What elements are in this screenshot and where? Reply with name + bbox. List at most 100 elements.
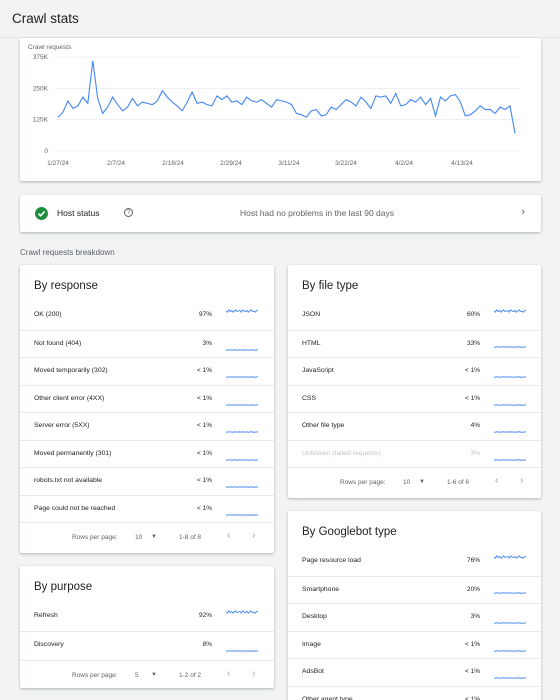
table-row[interactable]: AdsBot < 1% bbox=[288, 658, 541, 686]
next-page-icon[interactable]: › bbox=[520, 475, 523, 486]
trend-sparkline bbox=[494, 308, 526, 314]
table-row[interactable]: Other file type 4% bbox=[288, 412, 541, 440]
table-row[interactable]: JavaScript < 1% bbox=[288, 357, 541, 385]
row-label: Page resource load bbox=[302, 557, 361, 564]
success-check-icon bbox=[35, 207, 48, 220]
table-row[interactable]: Refresh 92% bbox=[20, 603, 274, 631]
row-label: JavaScript bbox=[302, 367, 334, 374]
table-row[interactable]: OK (200) 97% bbox=[20, 302, 274, 330]
trend-sparkline bbox=[226, 348, 258, 351]
dropdown-arrow-icon[interactable]: ▼ bbox=[151, 534, 157, 540]
rows-per-page-select[interactable]: 10 bbox=[403, 479, 410, 486]
crawl-requests-chart: Crawl requests 375K 250K 125K 0 1/27/24 2/7/2… bbox=[28, 44, 520, 167]
row-percentage: < 1% bbox=[465, 640, 480, 648]
row-label: Desktop bbox=[302, 613, 327, 620]
x-tick-label: 1/27/24 bbox=[47, 160, 69, 167]
by-purpose-panel: By purpose Refresh 92% Discovery 8% Rows… bbox=[20, 566, 274, 688]
dropdown-arrow-icon[interactable]: ▼ bbox=[151, 672, 157, 678]
table-row[interactable]: Other client error (4XX) < 1% bbox=[20, 384, 274, 413]
next-page-icon[interactable]: › bbox=[252, 530, 255, 541]
row-percentage: 3% bbox=[470, 613, 480, 620]
row-percentage: < 1% bbox=[465, 695, 480, 700]
row-label: Smartphone bbox=[302, 585, 340, 593]
table-row[interactable]: Other agent type < 1% bbox=[288, 685, 541, 700]
trend-sparkline bbox=[494, 554, 526, 560]
trend-sparkline bbox=[226, 649, 258, 652]
table-row[interactable]: Moved permanently (301) < 1% bbox=[20, 439, 274, 468]
table-row[interactable]: robots.txt not available < 1% bbox=[20, 467, 274, 495]
chevron-right-icon[interactable]: › bbox=[521, 206, 525, 218]
by-googlebot-type-panel: By Googlebot type Page resource load 76%… bbox=[288, 511, 541, 700]
rows-per-page-label: Rows per page: bbox=[72, 534, 118, 541]
y-tick-label: 375K bbox=[33, 54, 49, 61]
row-percentage: < 1% bbox=[465, 367, 480, 374]
trend-sparkline bbox=[494, 691, 526, 700]
rows-per-page-select[interactable]: 10 bbox=[135, 534, 142, 541]
table-row[interactable]: Not found (404) 3% bbox=[20, 329, 274, 358]
next-page-icon[interactable]: › bbox=[252, 668, 255, 679]
trend-sparkline bbox=[226, 609, 258, 615]
trend-sparkline bbox=[494, 345, 526, 348]
table-row[interactable]: Server error (5XX) < 1% bbox=[20, 412, 274, 440]
table-row[interactable]: Discovery 8% bbox=[20, 630, 274, 659]
y-tick-label: 250K bbox=[33, 85, 49, 92]
row-percentage: 92% bbox=[198, 612, 212, 619]
top-bar: Crawl stats bbox=[0, 0, 560, 38]
table-row[interactable]: Page resource load 76% bbox=[288, 548, 541, 576]
row-percentage: < 1% bbox=[197, 477, 212, 484]
table-row[interactable]: Page could not be reached < 1% bbox=[20, 494, 274, 523]
help-icon[interactable]: ? bbox=[124, 208, 133, 217]
table-row[interactable]: Smartphone 20% bbox=[288, 575, 541, 604]
x-tick-label: 4/2/24 bbox=[395, 160, 413, 167]
row-percentage: < 1% bbox=[465, 668, 480, 675]
dropdown-arrow-icon[interactable]: ▼ bbox=[419, 479, 425, 485]
x-tick-label: 4/13/24 bbox=[451, 160, 473, 167]
row-label: Moved temporarily (302) bbox=[34, 367, 108, 374]
table-row[interactable]: Moved temporarily (302) < 1% bbox=[20, 357, 274, 385]
row-label: Discovery bbox=[34, 640, 64, 648]
chart-y-axis-label: Crawl requests bbox=[28, 44, 72, 51]
crawl-requests-chart-card: Crawl requests 375K 250K 125K 0 1/27/24 2/7/2… bbox=[20, 38, 541, 181]
breakdown-section-label: Crawl requests breakdown bbox=[20, 248, 115, 257]
host-status-label: Host status bbox=[57, 208, 100, 218]
table-row[interactable]: Image < 1% bbox=[288, 630, 541, 659]
host-status-row[interactable]: Host status ? Host had no problems in th… bbox=[20, 195, 541, 232]
trend-sparkline bbox=[494, 376, 526, 378]
x-tick-label: 3/11/24 bbox=[278, 160, 300, 167]
host-status-message: Host had no problems in the last 90 days bbox=[239, 208, 395, 218]
table-row[interactable]: HTML 33% bbox=[288, 329, 541, 358]
trend-sparkline bbox=[494, 431, 526, 433]
row-percentage: 76% bbox=[466, 557, 480, 564]
table-row[interactable]: Desktop 3% bbox=[288, 603, 541, 631]
trend-sparkline bbox=[226, 308, 258, 314]
row-label: JSON bbox=[302, 311, 321, 318]
row-percentage: 3% bbox=[202, 339, 212, 347]
previous-page-icon[interactable]: ‹ bbox=[495, 475, 498, 486]
row-percentage: 20% bbox=[466, 585, 480, 593]
table-row[interactable]: CSS < 1% bbox=[288, 384, 541, 413]
table-row[interactable]: JSON 60% bbox=[288, 302, 541, 330]
row-label: Server error (5XX) bbox=[34, 422, 90, 429]
y-tick-label: 125K bbox=[33, 117, 49, 124]
row-label: Refresh bbox=[34, 612, 58, 619]
trend-sparkline bbox=[494, 622, 526, 624]
row-percentage: 97% bbox=[198, 311, 212, 318]
rows-per-page-label: Rows per page: bbox=[340, 479, 386, 486]
trend-sparkline bbox=[226, 376, 258, 378]
previous-page-icon[interactable]: ‹ bbox=[227, 530, 230, 541]
panel-title: By purpose bbox=[34, 581, 93, 593]
row-label: OK (200) bbox=[34, 311, 62, 318]
by-file-type-panel: By file type JSON 60% HTML 33% JavaScrip… bbox=[288, 265, 541, 498]
row-percentage: 3% bbox=[470, 449, 480, 457]
rows-per-page-select[interactable]: 5 bbox=[135, 672, 139, 679]
row-percentage: < 1% bbox=[465, 394, 480, 402]
row-percentage: < 1% bbox=[197, 367, 212, 374]
row-label: Moved permanently (301) bbox=[34, 449, 112, 457]
table-pager: Rows per page: 10 ▼ 1-6 of 6 ‹ › bbox=[288, 467, 541, 495]
row-percentage: 8% bbox=[202, 640, 212, 648]
table-row[interactable]: Unknown (failed requests) 3% bbox=[288, 439, 541, 468]
row-label: Other file type bbox=[302, 422, 345, 429]
previous-page-icon[interactable]: ‹ bbox=[227, 668, 230, 679]
crawl-requests-series-line bbox=[57, 60, 516, 134]
panel-title: By file type bbox=[302, 280, 359, 292]
